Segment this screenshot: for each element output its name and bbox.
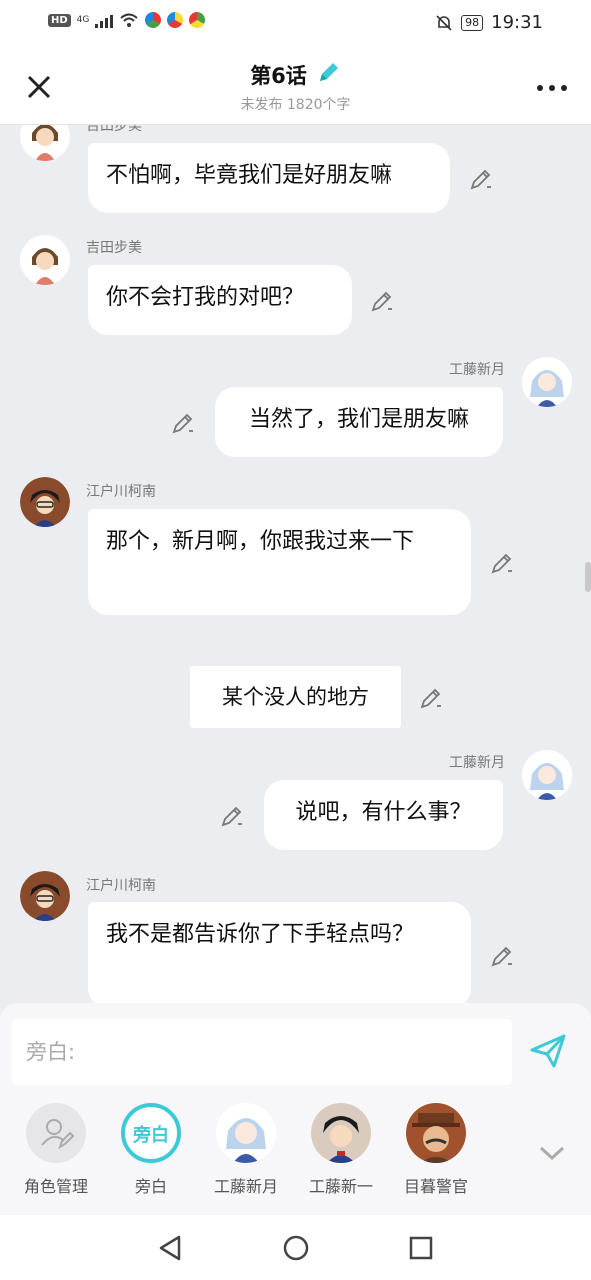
message-bubble[interactable]: 你不会打我的对吧？ — [88, 265, 352, 335]
message-text: 说吧，有什么事？ — [295, 800, 472, 825]
message-bubble[interactable]: 当然了，我们是朋友嘛 — [215, 387, 503, 457]
edit-message-icon[interactable] — [469, 167, 493, 191]
message-text: 当然了，我们是朋友嘛 — [248, 407, 469, 432]
role-label: 目暮警官 — [403, 1177, 468, 1196]
signal-icon — [95, 12, 114, 28]
app-notification-icon — [167, 12, 184, 28]
network-type: 4G — [76, 15, 90, 25]
avatar[interactable] — [522, 750, 572, 800]
role-narration-circle: 旁白 — [121, 1103, 181, 1163]
avatar[interactable] — [20, 871, 70, 921]
edit-message-icon[interactable] — [490, 944, 514, 968]
speaker-name: 工藤新月 — [449, 755, 505, 771]
message-input-box[interactable] — [12, 1019, 512, 1085]
edit-message-icon[interactable] — [220, 804, 244, 828]
role-character-button[interactable]: 目暮警官 — [388, 1103, 484, 1197]
speaker-name: 吉田步美 — [86, 240, 142, 256]
clock: 19:31 — [491, 12, 543, 33]
status-left: HD 4G — [48, 12, 206, 28]
avatar — [406, 1103, 466, 1163]
battery-icon: 98 — [461, 14, 484, 31]
role-manage-button[interactable]: 角色管理 — [8, 1103, 104, 1197]
mute-bell-icon — [436, 14, 452, 31]
narration-badge: 旁白 — [133, 1125, 169, 1146]
avatar — [311, 1103, 371, 1163]
avatar — [216, 1103, 276, 1163]
avatar[interactable] — [20, 477, 70, 527]
speaker-name: 江户川柯南 — [86, 878, 156, 894]
composer-panel: 角色管理 旁白 旁白 工藤新月 工藤新一 目暮警官 — [0, 1003, 591, 1215]
role-character-button[interactable]: 工藤新一 — [293, 1103, 389, 1197]
message-text: 你不会打我的对吧？ — [106, 285, 305, 310]
edit-title-icon[interactable] — [315, 60, 341, 86]
app-notification-icon — [189, 12, 206, 28]
edit-message-icon[interactable] — [171, 411, 195, 435]
role-selector: 角色管理 旁白 旁白 工藤新月 工藤新一 目暮警官 — [0, 1103, 591, 1203]
message-bubble[interactable]: 我不是都告诉你了下手轻点吗？ — [88, 902, 471, 1005]
app-notification-icon — [145, 12, 162, 28]
message-input[interactable] — [12, 1019, 512, 1085]
avatar[interactable] — [20, 125, 70, 161]
chevron-down-icon[interactable] — [538, 1143, 566, 1163]
status-right: 98 19:31 — [435, 12, 543, 33]
edit-message-icon[interactable] — [370, 289, 394, 313]
role-label: 旁白 — [134, 1177, 167, 1196]
status-bar: HD 4G 98 19:31 — [0, 0, 591, 46]
edit-message-icon[interactable] — [419, 686, 443, 710]
edit-message-icon[interactable] — [490, 551, 514, 575]
more-options-icon[interactable] — [537, 82, 567, 94]
message-bubble[interactable]: 说吧，有什么事？ — [264, 780, 503, 850]
message-text: 不怕啊，毕竟我们是好朋友嘛 — [106, 163, 393, 188]
role-character-button[interactable]: 工藤新月 — [198, 1103, 294, 1197]
role-label: 工藤新一 — [308, 1177, 373, 1196]
person-edit-icon — [41, 1119, 75, 1150]
recents-icon[interactable] — [406, 1233, 436, 1263]
chat-list[interactable]: 吉田步美 不怕啊，毕竟我们是好朋友嘛 吉田步美 你不会打我的对吧？ 工藤新月 当… — [0, 125, 591, 1005]
chapter-title: 第6话 — [250, 64, 307, 88]
role-label: 工藤新月 — [213, 1177, 278, 1196]
narration-bubble[interactable]: 某个没人的地方 — [190, 666, 401, 728]
back-icon[interactable] — [155, 1233, 185, 1263]
role-narration-button[interactable]: 旁白 旁白 — [103, 1103, 199, 1197]
chapter-status: 未发布 1820个字 — [240, 97, 351, 113]
scrollbar-thumb[interactable] — [585, 562, 591, 592]
narration-text: 某个没人的地方 — [222, 685, 369, 709]
role-manage-circle — [26, 1103, 86, 1163]
system-navigation-bar — [0, 1215, 591, 1280]
send-icon[interactable] — [528, 1031, 568, 1071]
message-bubble[interactable]: 那个，新月啊，你跟我过来一下 — [88, 509, 471, 615]
role-label: 角色管理 — [23, 1177, 88, 1196]
avatar[interactable] — [20, 235, 70, 285]
header: 第6话 未发布 1820个字 — [0, 46, 591, 125]
home-icon[interactable] — [281, 1233, 311, 1263]
hd-badge: HD — [48, 13, 71, 27]
wifi-icon — [120, 13, 139, 27]
avatar[interactable] — [522, 357, 572, 407]
speaker-name: 江户川柯南 — [86, 484, 156, 500]
speaker-name: 工藤新月 — [449, 362, 505, 378]
message-bubble[interactable]: 不怕啊，毕竟我们是好朋友嘛 — [88, 143, 450, 213]
message-text: 那个，新月啊，你跟我过来一下 — [106, 529, 415, 554]
page-title: 第6话 — [0, 60, 591, 90]
message-text: 我不是都告诉你了下手轻点吗？ — [106, 922, 415, 947]
speaker-name: 吉田步美 — [86, 125, 142, 134]
